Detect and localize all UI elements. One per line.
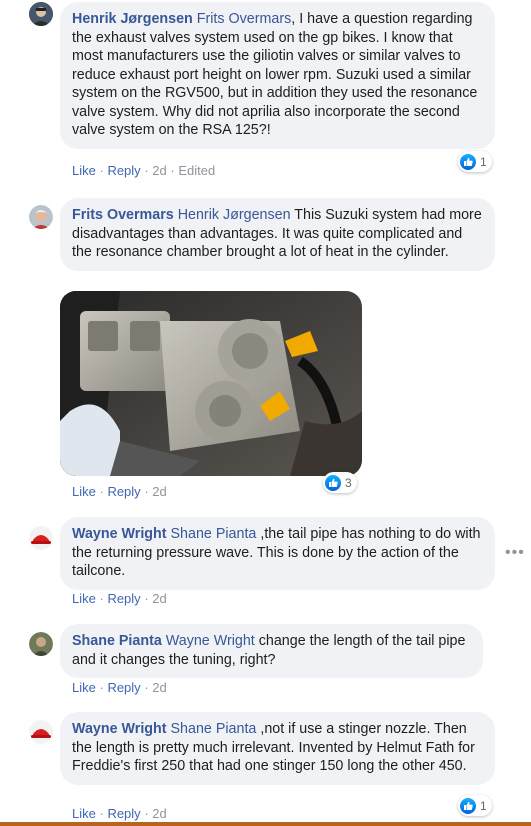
like-button[interactable]: Like (72, 484, 96, 499)
comment-mention[interactable]: Wayne Wright (166, 633, 255, 649)
reaction-number: 1 (480, 798, 487, 813)
comment-bubble: Wayne Wright Shane Pianta ,not if use a … (60, 712, 495, 785)
like-button[interactable]: Like (72, 591, 96, 606)
avatar[interactable] (29, 720, 53, 744)
comment-bubble: Henrik Jørgensen Frits Overmars, I have … (60, 2, 495, 149)
avatar-image (29, 2, 53, 26)
like-button[interactable]: Like (72, 163, 96, 178)
engine-photo (60, 291, 362, 476)
comment-actions: Like · Reply · 2d (72, 484, 167, 499)
avatar-image (29, 526, 53, 550)
bottom-edge-bar (0, 822, 531, 826)
like-button[interactable]: Like (72, 806, 96, 821)
comment-author[interactable]: Wayne Wright (72, 526, 167, 542)
avatar-image (29, 720, 53, 744)
more-options-icon[interactable]: ••• (505, 544, 525, 562)
avatar[interactable] (29, 205, 53, 229)
comment-author[interactable]: Frits Overmars (72, 207, 174, 223)
comment-actions: Like · Reply · 2d (72, 680, 167, 695)
avatar[interactable] (29, 526, 53, 550)
avatar-image (29, 632, 53, 656)
reaction-number: 3 (345, 475, 352, 490)
comment-author[interactable]: Shane Pianta (72, 633, 162, 649)
reply-button[interactable]: Reply (107, 163, 140, 178)
attached-photo[interactable] (60, 291, 362, 476)
comment-bubble: Shane Pianta Wayne Wright change the len… (60, 624, 483, 678)
timestamp[interactable]: 2d (152, 163, 166, 178)
comment-bubble: Frits Overmars Henrik Jørgensen This Suz… (60, 198, 495, 271)
comment-mention[interactable]: Frits Overmars (197, 11, 292, 27)
timestamp[interactable]: 2d (152, 806, 166, 821)
comment-mention[interactable]: Shane Pianta (171, 721, 257, 737)
avatar-image (29, 205, 53, 229)
reply-button[interactable]: Reply (107, 806, 140, 821)
avatar[interactable] (29, 632, 53, 656)
like-thumb-icon (460, 797, 476, 814)
comment-text: , I have a question regarding the exhaus… (72, 11, 478, 138)
edited-label: Edited (178, 163, 216, 178)
timestamp[interactable]: 2d (152, 680, 166, 695)
reply-button[interactable]: Reply (107, 591, 140, 606)
reply-button[interactable]: Reply (107, 484, 140, 499)
reaction-count[interactable]: 3 (323, 472, 357, 493)
comment-author[interactable]: Henrik Jørgensen (72, 11, 193, 27)
timestamp[interactable]: 2d (152, 591, 166, 606)
avatar[interactable] (29, 2, 53, 26)
reaction-count[interactable]: 1 (458, 151, 492, 172)
comment-actions: Like · Reply · 2d · Edited (72, 163, 215, 178)
comment-mention[interactable]: Shane Pianta (171, 526, 257, 542)
like-button[interactable]: Like (72, 680, 96, 695)
like-thumb-icon (460, 153, 476, 170)
comment-mention[interactable]: Henrik Jørgensen (178, 207, 291, 223)
comment-actions: Like · Reply · 2d (72, 591, 167, 606)
timestamp[interactable]: 2d (152, 484, 166, 499)
reply-button[interactable]: Reply (107, 680, 140, 695)
comment-bubble: Wayne Wright Shane Pianta ,the tail pipe… (60, 517, 495, 590)
like-thumb-icon (325, 474, 341, 491)
reaction-number: 1 (480, 154, 487, 169)
comment-author[interactable]: Wayne Wright (72, 721, 167, 737)
reaction-count[interactable]: 1 (458, 795, 492, 816)
comment-actions: Like · Reply · 2d (72, 806, 167, 821)
